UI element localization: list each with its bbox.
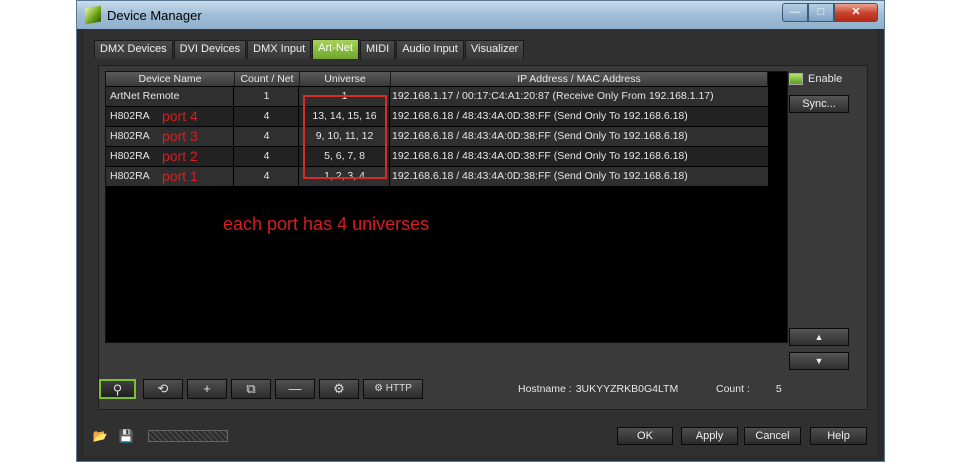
tab-art-net[interactable]: Art-Net (312, 39, 359, 59)
tab-dmx-devices[interactable]: DMX Devices (94, 40, 173, 59)
hostname-status: Hostname :3UKYYZRKB0G4LTM (518, 383, 678, 395)
count-cell: 4 (235, 127, 299, 146)
column-header-ip-address[interactable]: IP Address / MAC Address (391, 72, 768, 86)
table-row[interactable]: H802RA port 3 4 9, 10, 11, 12 192.168.6.… (106, 126, 768, 146)
count-label: Count : (716, 383, 750, 395)
apply-button[interactable]: Apply (681, 427, 738, 445)
device-manager-window: Device Manager — □ ✕ DMX Devices DVI Dev… (76, 0, 885, 462)
art-net-panel: Device Name Count / Net Universe IP Addr… (98, 65, 868, 410)
move-down-button[interactable]: ▼ (789, 352, 849, 370)
tab-audio-input[interactable]: Audio Input (396, 40, 464, 59)
http-button[interactable]: ⚙ HTTP (363, 379, 423, 399)
count-cell: 4 (235, 167, 299, 186)
enable-checkbox[interactable]: Enable (789, 72, 849, 86)
device-name-cell: ArtNet Remote (106, 87, 234, 106)
column-header-device-name[interactable]: Device Name (106, 72, 235, 86)
device-settings-button[interactable]: ⚙ (319, 379, 359, 399)
plus-icon: + (203, 381, 211, 396)
device-table[interactable]: Device Name Count / Net Universe IP Addr… (105, 71, 788, 343)
table-row[interactable]: H802RA port 2 4 5, 6, 7, 8 192.168.6.18 … (106, 146, 768, 166)
column-header-count-net[interactable]: Count / Net (235, 72, 300, 86)
device-count-status: Count : 5 (716, 383, 782, 395)
annotation-text: each port has 4 universes (223, 214, 430, 234)
copy-icon: ⧉ (246, 381, 256, 396)
tab-bar: DMX Devices DVI Devices DMX Input Art-Ne… (94, 39, 525, 59)
title-bar[interactable]: Device Manager — □ ✕ (77, 1, 884, 29)
tab-dmx-input[interactable]: DMX Input (247, 40, 312, 59)
move-up-button[interactable]: ▲ (789, 328, 849, 346)
minimize-button[interactable]: — (782, 3, 808, 22)
duplicate-button[interactable]: ⧉ (231, 379, 271, 399)
table-row[interactable]: H802RA port 1 4 1, 2, 3, 4 192.168.6.18 … (106, 166, 768, 186)
table-row[interactable]: ArtNet Remote 1 1 192.168.1.17 / 00:17:C… (106, 86, 768, 106)
count-value: 5 (775, 383, 782, 395)
minus-icon: — (288, 381, 302, 396)
progress-pattern (148, 430, 228, 442)
app-logo-icon (85, 5, 101, 25)
ok-button[interactable]: OK (617, 427, 673, 445)
help-button[interactable]: Help (810, 427, 867, 445)
window-content: DMX Devices DVI Devices DMX Input Art-Ne… (84, 29, 877, 456)
port-annotation: port 2 (162, 148, 198, 164)
count-cell: 4 (235, 107, 299, 126)
table-toolbar: ⚲ ⟲ + ⧉ — ⚙ ⚙ HTTP (99, 379, 429, 401)
tab-midi[interactable]: MIDI (359, 40, 396, 59)
refresh-icon: ⟲ (157, 381, 169, 396)
port-annotation: port 1 (162, 168, 198, 184)
maximize-button[interactable]: □ (808, 3, 834, 22)
close-button[interactable]: ✕ (834, 3, 878, 22)
cancel-button[interactable]: Cancel (744, 427, 801, 445)
column-header-universe[interactable]: Universe (300, 72, 391, 86)
search-button[interactable]: ⚲ (99, 379, 136, 399)
refresh-button[interactable]: ⟲ (143, 379, 183, 399)
address-cell: 192.168.6.18 / 48:43:4A:0D:38:FF (Send O… (392, 130, 688, 142)
universe-highlight-box (303, 95, 387, 179)
open-folder-icon[interactable]: 📂 (92, 428, 108, 444)
port-annotation: port 4 (162, 108, 198, 124)
address-cell: 192.168.6.18 / 48:43:4A:0D:38:FF (Send O… (392, 110, 688, 122)
window-title: Device Manager (107, 8, 202, 23)
add-device-button[interactable]: + (187, 379, 227, 399)
address-cell: 192.168.6.18 / 48:43:4A:0D:38:FF (Send O… (392, 150, 688, 162)
address-cell: 192.168.1.17 / 00:17:C4:A1:20:87 (Receiv… (392, 90, 714, 102)
checkbox-checked-icon (789, 73, 803, 85)
address-cell: 192.168.6.18 / 48:43:4A:0D:38:FF (Send O… (392, 170, 688, 182)
search-icon: ⚲ (112, 382, 123, 397)
caption-buttons: — □ ✕ (782, 3, 878, 22)
count-cell: 1 (235, 87, 299, 106)
save-icon[interactable]: 💾 (118, 428, 134, 444)
tab-dvi-devices[interactable]: DVI Devices (173, 40, 247, 59)
gear-icon: ⚙ (333, 381, 345, 396)
count-cell: 4 (235, 147, 299, 166)
port-annotation: port 3 (162, 128, 198, 144)
enable-label: Enable (808, 73, 843, 85)
remove-device-button[interactable]: — (275, 379, 315, 399)
hostname-label: Hostname : (518, 383, 572, 395)
table-row[interactable]: H802RA port 4 4 13, 14, 15, 16 192.168.6… (106, 106, 768, 126)
tab-visualizer[interactable]: Visualizer (464, 40, 525, 59)
hostname-value: 3UKYYZRKB0G4LTM (575, 383, 679, 395)
sync-button[interactable]: Sync... (789, 95, 849, 113)
